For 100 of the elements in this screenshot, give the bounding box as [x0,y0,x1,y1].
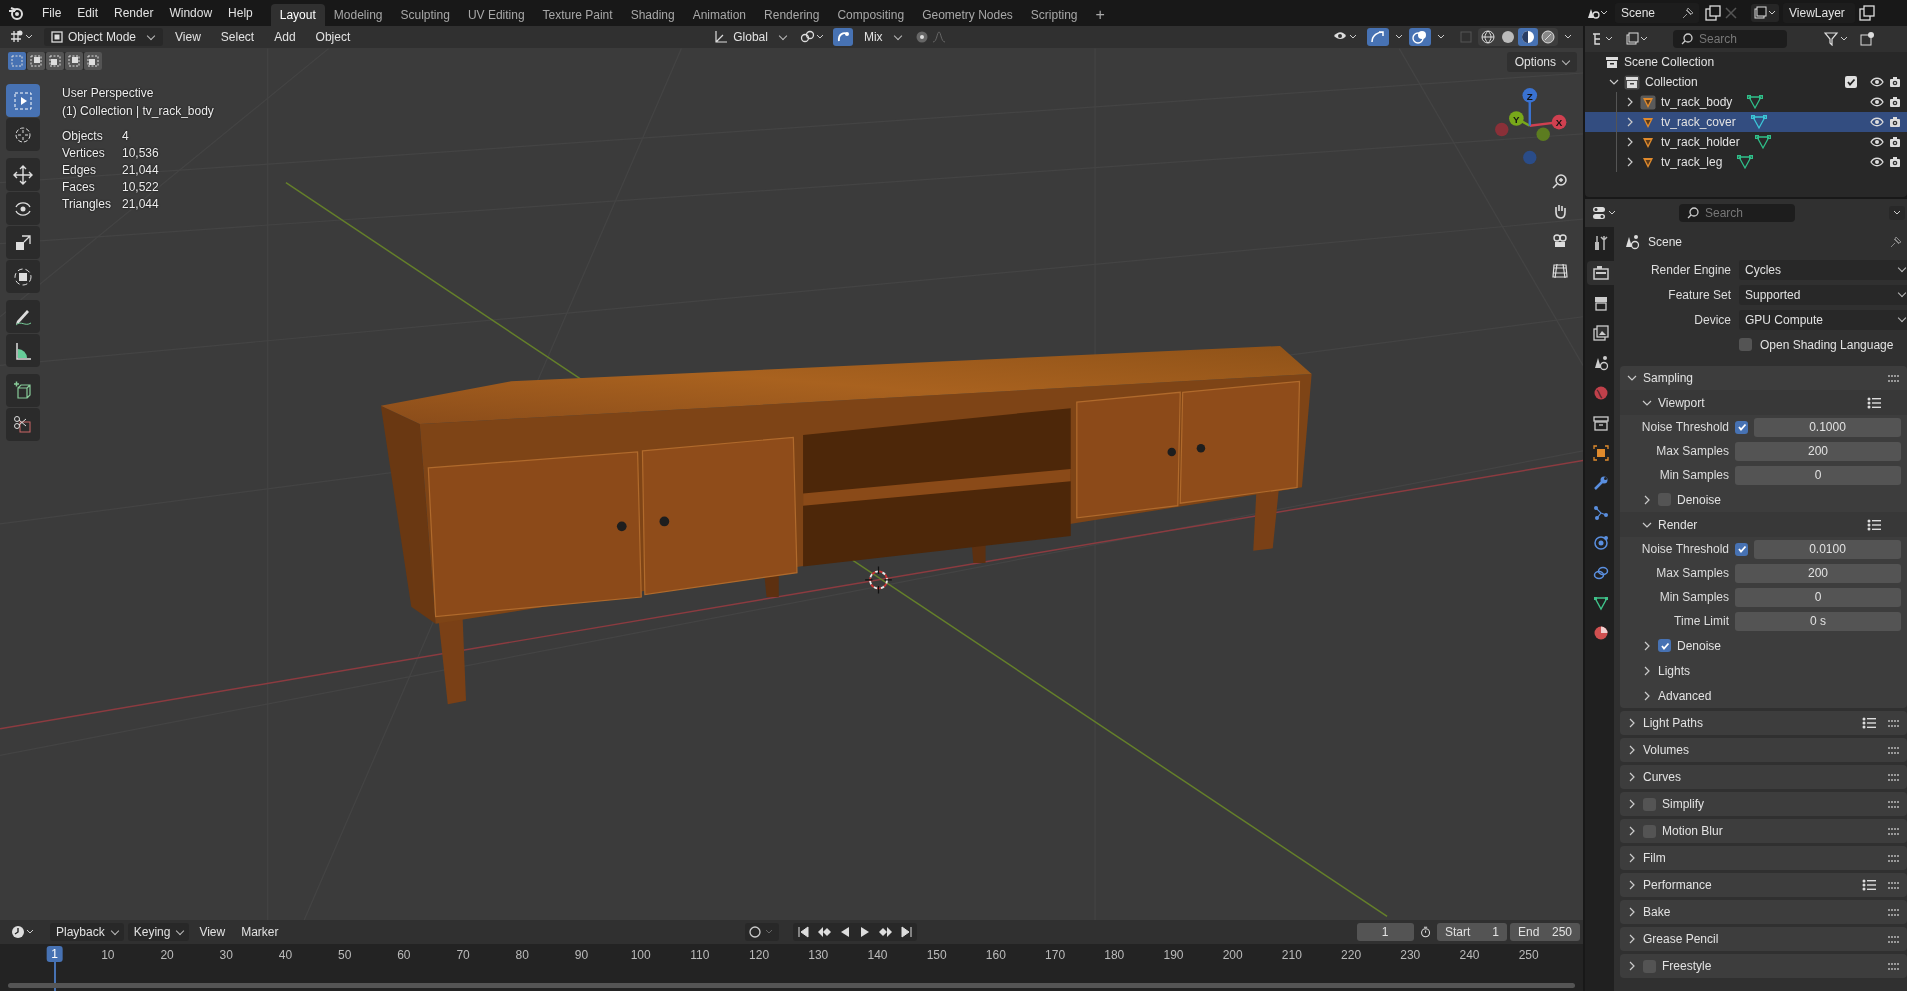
selection-mode-button[interactable] [27,52,45,70]
orientation-dropdown[interactable]: Global [707,28,793,46]
dropdown-field[interactable]: GPU Compute [1739,309,1907,330]
drag-handle-icon[interactable] [1888,881,1899,889]
workspace-tab[interactable]: Geometry Nodes [913,4,1022,26]
tool-button[interactable] [6,192,40,225]
disclosure-icon[interactable] [1642,494,1652,505]
outliner-item[interactable]: Scene Collection [1624,55,1715,69]
drag-handle-icon[interactable] [1888,908,1899,916]
presets-icon[interactable] [1862,879,1876,891]
disclosure-icon[interactable] [1642,690,1652,701]
workspace-tab[interactable]: Animation [683,4,756,26]
selection-mode-button[interactable] [65,52,83,70]
mesh-data-icon[interactable] [1747,94,1764,110]
view-layer-selector-button[interactable] [1751,4,1779,22]
checkbox[interactable] [1735,420,1748,434]
tool-button[interactable] [6,158,40,191]
close-icon[interactable] [1725,7,1737,19]
disclosure-icon[interactable] [1627,961,1637,971]
workspace-tab[interactable]: Modeling [324,4,392,26]
disclosure-icon[interactable] [1625,117,1635,127]
mode-dropdown[interactable]: Object Mode [44,28,164,46]
disclosure-icon[interactable] [1627,934,1637,944]
current-frame-field[interactable]: 1 [1356,923,1414,941]
subpanel-title[interactable]: Viewport [1658,395,1705,410]
eye-icon[interactable] [1870,117,1884,127]
selection-mode-button[interactable] [84,52,102,70]
number-field[interactable]: 0.1000 [1754,417,1901,437]
drag-handle-icon[interactable] [1888,854,1899,862]
eye-icon[interactable] [1870,97,1884,107]
disclosure-icon[interactable] [1625,137,1635,147]
duplicate-icon[interactable] [1705,5,1721,21]
subpanel-title[interactable]: Denoise [1677,638,1722,653]
menu-item[interactable]: View [167,28,209,46]
tool-button[interactable] [6,260,40,293]
workspace-tab[interactable]: Texture Paint [533,4,622,26]
disclosure-icon[interactable] [1642,665,1652,676]
number-field[interactable]: 0 [1735,587,1901,607]
search-field[interactable]: Search [1679,204,1795,222]
search-field[interactable]: Search [1673,30,1787,48]
snap-toggle-button[interactable] [832,28,853,46]
menu-item[interactable]: Add [266,28,304,46]
panel-title[interactable]: Simplify [1662,797,1704,811]
menu-item[interactable]: Help [220,3,261,23]
disclosure-icon[interactable] [1627,718,1637,728]
drag-handle-icon[interactable] [1888,935,1899,943]
disclosure-icon[interactable] [1625,157,1635,167]
camera-icon[interactable] [1889,156,1901,168]
new-collection-button[interactable] [1857,30,1877,48]
drag-handle-icon[interactable] [1888,746,1899,754]
disclosure-icon[interactable] [1625,97,1635,107]
exclude-checkbox[interactable] [1845,76,1857,88]
eye-icon[interactable] [1870,137,1884,147]
pin-icon[interactable] [1681,6,1695,20]
start-frame-field[interactable]: Start 1 [1436,923,1507,941]
checkbox[interactable] [1658,639,1671,652]
disclosure-icon[interactable] [1642,640,1652,651]
disclosure-icon[interactable] [1627,907,1637,917]
workspace-tab[interactable]: Layout [270,4,325,26]
menu-item[interactable]: Render [106,3,162,23]
checkbox[interactable] [1739,338,1752,351]
drag-handle-icon[interactable] [1888,773,1899,781]
panel-title[interactable]: Bake [1643,905,1671,919]
presets-icon[interactable] [1862,717,1876,729]
eye-icon[interactable] [1870,77,1884,87]
number-field[interactable]: 200 [1735,563,1901,583]
mesh-data-icon[interactable] [1754,134,1771,150]
camera-icon[interactable] [1889,136,1901,148]
menu-item[interactable]: Edit [69,3,107,23]
scrollbar[interactable] [8,983,1575,988]
disclosure-icon[interactable] [1627,373,1637,383]
disclosure-icon[interactable] [1627,826,1637,836]
stopwatch-icon[interactable] [1419,925,1431,939]
tool-button[interactable] [6,374,40,407]
properties-tab[interactable] [1587,261,1614,285]
camera-icon[interactable] [1889,96,1901,108]
menu-item[interactable]: Object [307,28,359,46]
tool-button[interactable] [6,226,40,259]
3d-cursor-icon[interactable] [864,565,893,594]
subpanel-title[interactable]: Denoise [1677,492,1722,507]
options-dropdown[interactable] [1889,206,1905,220]
blender-logo-icon[interactable] [8,5,24,21]
menu-item[interactable]: View [193,923,232,941]
subpanel-title[interactable]: Lights [1658,663,1691,678]
panel-title[interactable]: Motion Blur [1662,824,1723,838]
panel-title[interactable]: Film [1643,851,1666,865]
disclosure-icon[interactable] [1627,880,1637,890]
panel-title[interactable]: Curves [1643,770,1681,784]
add-workspace-button[interactable]: + [1086,4,1114,26]
checkbox[interactable] [1735,542,1748,556]
number-field[interactable]: 0.0100 [1754,539,1901,559]
dropdown-field[interactable]: Cycles [1739,259,1907,280]
end-frame-field[interactable]: End 250 [1509,923,1580,941]
drag-handle-icon[interactable] [1888,374,1899,382]
negative-axis-handle[interactable] [1523,150,1537,165]
outliner-row[interactable]: tv_rack_body [1585,92,1907,112]
menu-item[interactable]: Keying [127,923,190,941]
mesh-data-icon[interactable] [1737,154,1754,170]
drag-handle-icon[interactable] [1888,962,1899,970]
presets-icon[interactable] [1867,518,1881,531]
